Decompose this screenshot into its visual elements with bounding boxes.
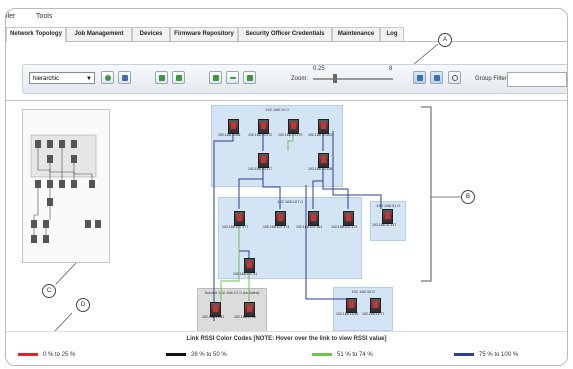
callout-bracket [53,106,461,332]
zoom-slider-thumb[interactable] [333,74,337,83]
tab-job-management[interactable]: Job Management [66,27,132,41]
legend-item: 51 % to 74 % [312,352,373,358]
arrow-right-icon [176,75,182,81]
legend-swatch [312,352,332,356]
tab-network-topology[interactable]: Network Topology [6,27,66,42]
zoom-slider[interactable] [313,74,393,83]
add-node-button[interactable] [209,71,222,84]
search-icon [452,75,458,81]
menu-bar: ller Tools [6,9,567,25]
tab-bar: Network Topology Job Management Devices … [6,27,567,42]
zoom-label: Zoom: [291,76,309,82]
callout-c: C [42,284,56,298]
legend-item: 26 % to 50 % [166,352,227,358]
view-mode-2-button[interactable] [430,71,443,84]
callout-a: A [438,33,452,47]
legend-label: 51 % to 74 % [337,352,373,358]
legend-label: 0 % to 25 % [43,352,76,358]
fit-icon [247,75,253,81]
plus-icon [213,75,219,81]
fit-button[interactable] [243,71,256,84]
legend-label: 26 % to 50 % [191,352,227,358]
tab-devices[interactable]: Devices [132,27,170,41]
group-filter-label: Group Filter [475,76,507,82]
toolbar: hierarchic ▼ Zoom: 0.25 8 Group Filter [22,64,567,94]
legend-title: Link RSSI Color Codes [NOTE: Hover over … [186,336,387,342]
legend-swatch [166,352,186,356]
tab-maintenance[interactable]: Maintenance [332,27,380,41]
zoom-min-label: 0.25 [313,66,325,72]
callout-b: B [461,190,475,204]
legend-label: 75 % to 100 % [479,352,519,358]
expand-right-button[interactable] [172,71,185,84]
tab-firmware-repository[interactable]: Firmware Repository [170,27,238,41]
menu-item-controller[interactable]: ller [6,13,15,20]
minus-icon [230,77,236,79]
callout-d: D [76,298,90,312]
view-icon [434,75,440,81]
remove-node-button[interactable] [226,71,239,84]
save-button[interactable] [118,71,131,84]
refresh-icon [105,75,111,81]
menu-item-tools[interactable]: Tools [36,13,52,20]
view-icon [417,75,423,81]
topology-canvas[interactable]: 192.168.10.0 192.168.107.0 192.168.31.0 … [6,100,567,334]
group-filter-input[interactable] [507,72,567,87]
chevron-down-icon: ▼ [86,76,92,82]
tab-log[interactable]: Log [380,27,404,41]
view-mode-1-button[interactable] [413,71,426,84]
app-window: ller Tools Network Topology Job Manageme… [5,8,568,366]
expand-left-button[interactable] [155,71,168,84]
legend-swatch [18,352,38,356]
tab-security-officer-credentials[interactable]: Security Officer Credentials [238,27,332,41]
legend-item: 75 % to 100 % [454,352,518,358]
rssi-legend: Link RSSI Color Codes [NOTE: Hover over … [6,331,567,365]
legend-swatch [454,352,474,356]
refresh-button[interactable] [101,71,114,84]
save-icon [122,75,128,81]
legend-item: 0 % to 25 % [18,352,75,358]
search-button[interactable] [448,71,461,84]
arrow-left-icon [159,75,165,81]
zoom-max-label: 8 [389,66,393,72]
layout-select[interactable]: hierarchic ▼ [29,72,95,84]
layout-select-value: hierarchic [33,76,60,82]
